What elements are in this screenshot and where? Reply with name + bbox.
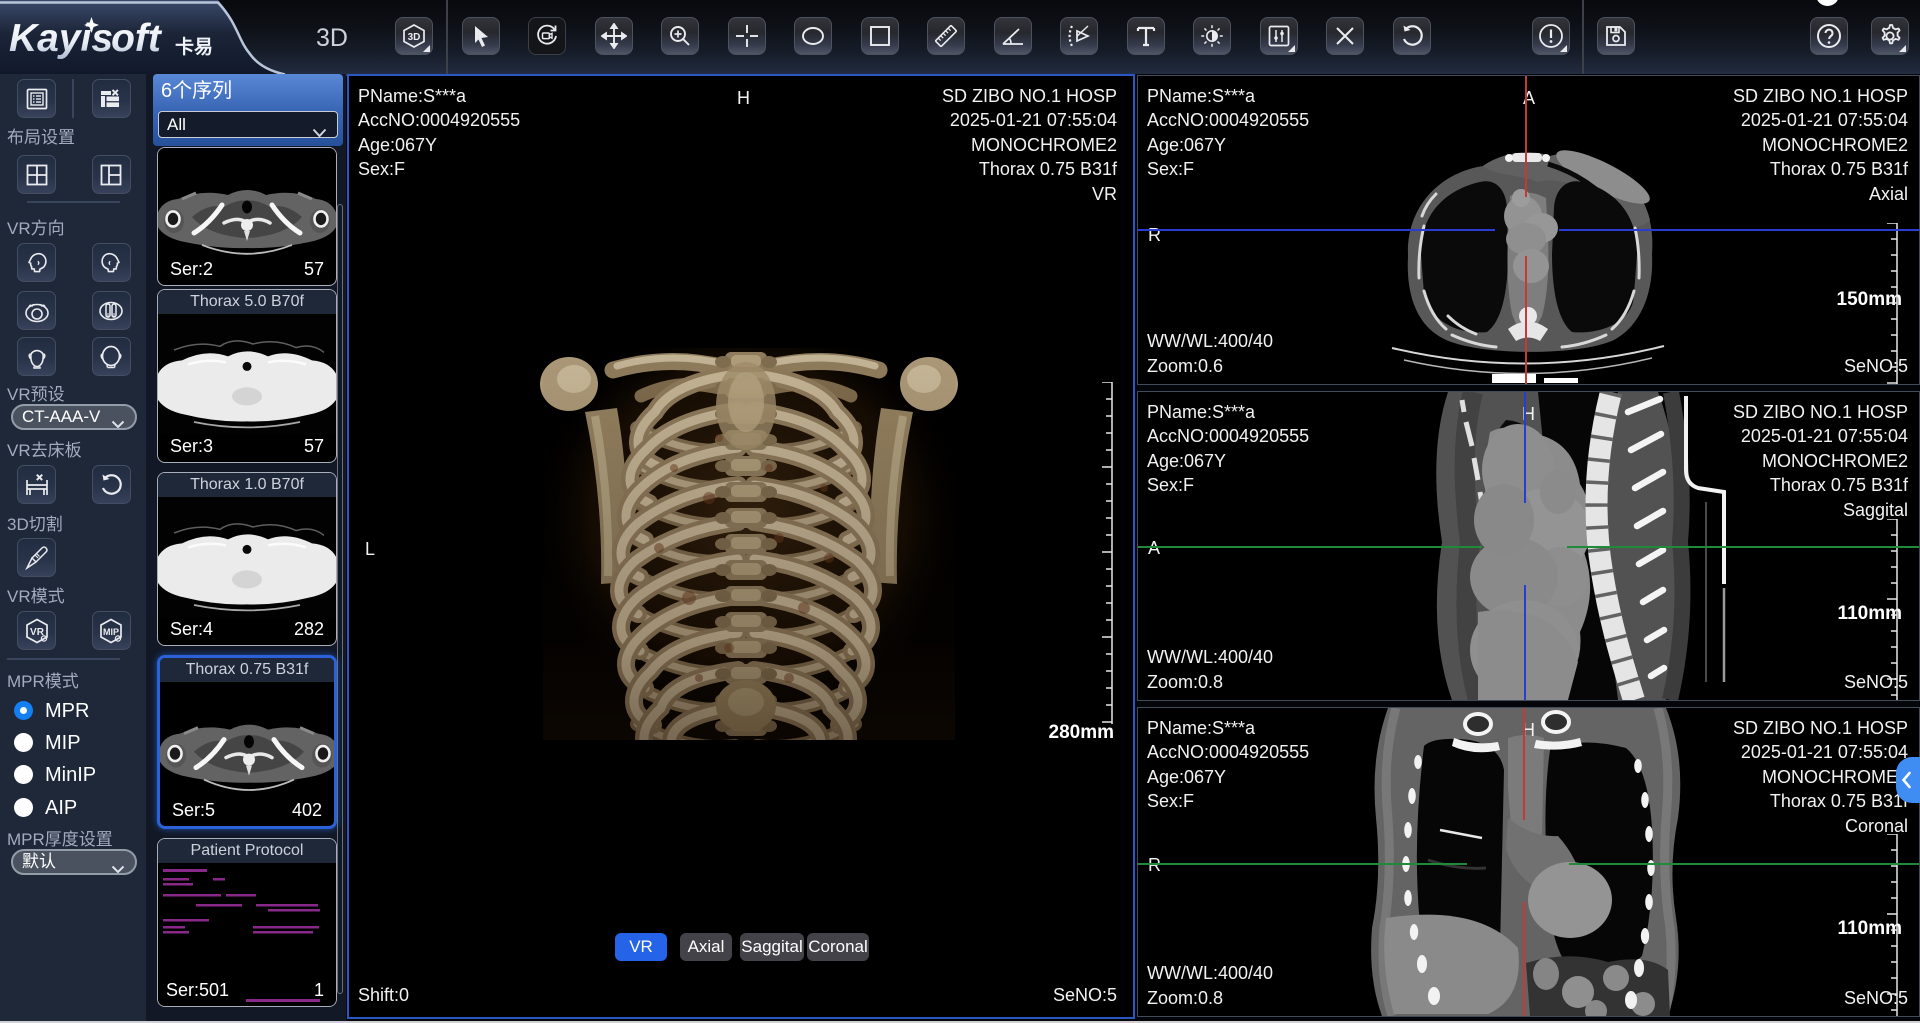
svg-text:3D: 3D	[408, 32, 421, 43]
svg-text:MIP: MIP	[103, 627, 119, 637]
svg-text:卡易: 卡易	[175, 35, 213, 58]
svg-text:Kayisoft: Kayisoft	[9, 17, 163, 60]
